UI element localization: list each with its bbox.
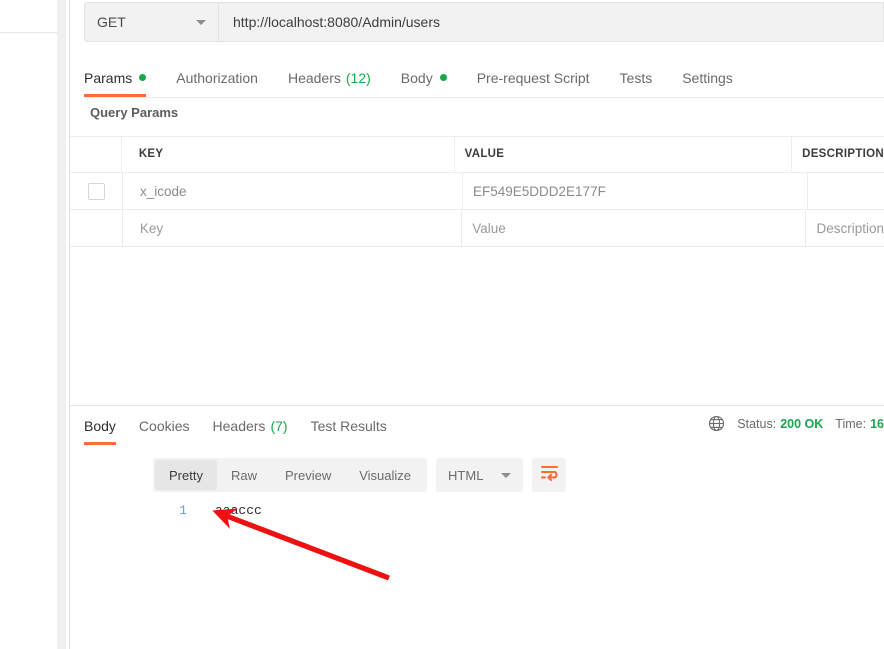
format-tab-preview-label: Preview	[284, 467, 332, 483]
response-format-group: Pretty Raw Preview Visualize	[153, 458, 428, 492]
format-tab-raw-label: Raw	[230, 467, 257, 483]
response-language-label: HTML	[448, 467, 484, 483]
column-header-description: DESCRIPTION	[802, 148, 884, 160]
postman-window: GET http://localhost:8080/Admin/users Pa…	[0, 0, 884, 649]
chevron-down-icon	[501, 472, 512, 478]
status-label: Status:	[737, 416, 777, 431]
globe-icon[interactable]	[708, 415, 725, 432]
column-header-key: KEY	[138, 148, 164, 160]
request-tabs: Params Authorization Headers (12) Body P…	[84, 58, 884, 98]
header-cell-value: VALUE	[455, 137, 793, 171]
response-tab-cookies[interactable]: Cookies	[139, 406, 190, 445]
response-meta: Status: 200 OK Time: 16	[708, 415, 884, 432]
format-tab-pretty-label: Pretty	[169, 467, 203, 483]
tab-settings[interactable]: Settings	[682, 58, 733, 97]
tab-tests[interactable]: Tests	[620, 58, 653, 97]
format-tab-preview[interactable]: Preview	[271, 460, 345, 490]
wrap-lines-icon	[540, 464, 559, 486]
time-badge: Time: 16	[835, 417, 884, 431]
format-tab-visualize[interactable]: Visualize	[345, 460, 425, 490]
tab-authorization-label: Authorization	[176, 69, 258, 86]
header-cell-key: KEY	[122, 137, 455, 171]
status-value: 200 OK	[780, 416, 824, 431]
response-tabs: Body Cookies Headers (7) Test Results	[84, 406, 410, 446]
response-body-code[interactable]: 1 aaaccc	[153, 503, 884, 649]
url-input[interactable]: http://localhost:8080/Admin/users	[218, 2, 884, 42]
row-key-cell[interactable]: x_icode	[123, 173, 463, 209]
http-method-select[interactable]: GET	[84, 2, 218, 42]
wrap-lines-button[interactable]	[532, 458, 567, 492]
body-modified-dot-icon	[439, 74, 447, 81]
query-params-title: Query Params	[90, 105, 179, 120]
sidebar-scrollbar-track[interactable]	[57, 0, 122, 649]
row-description-placeholder: Description	[816, 220, 884, 236]
row-key-placeholder: Key	[139, 220, 164, 236]
response-tab-test-results[interactable]: Test Results	[311, 406, 387, 445]
column-header-value: VALUE	[464, 148, 505, 160]
response-tab-headers-label: Headers	[212, 417, 266, 434]
tab-authorization[interactable]: Authorization	[176, 58, 258, 97]
line-number: 1	[179, 503, 187, 518]
tab-tests-label: Tests	[619, 69, 653, 86]
time-label: Time:	[835, 416, 867, 431]
row-check-cell	[70, 210, 123, 246]
response-tab-test-results-label: Test Results	[310, 417, 387, 434]
tab-body-label: Body	[400, 69, 433, 86]
response-language-select[interactable]: HTML	[436, 458, 524, 492]
response-tab-body-label: Body	[84, 417, 116, 434]
row-description-cell[interactable]: Description	[806, 210, 884, 246]
chevron-down-icon	[196, 19, 206, 25]
row-check-cell	[70, 173, 123, 209]
tab-headers-count: (12)	[345, 69, 371, 86]
row-value-placeholder: Value	[472, 220, 506, 236]
url-input-value: http://localhost:8080/Admin/users	[233, 14, 441, 30]
sidebar-clipped-row	[0, 0, 57, 11]
format-tab-raw[interactable]: Raw	[217, 460, 271, 490]
row-description-cell[interactable]	[808, 173, 884, 209]
line-content: aaaccc	[215, 503, 262, 518]
http-method-label: GET	[97, 14, 126, 30]
row-value-value: EF549E5DDD2E177F	[473, 183, 606, 199]
row-value-cell[interactable]: Value	[462, 210, 807, 246]
response-tab-cookies-label: Cookies	[138, 417, 190, 434]
table-header-row: KEY VALUE DESCRIPTION	[70, 136, 884, 173]
format-tab-pretty[interactable]: Pretty	[155, 460, 217, 490]
request-pane: GET http://localhost:8080/Admin/users Pa…	[70, 0, 884, 649]
tab-headers[interactable]: Headers (12)	[288, 58, 371, 97]
table-row[interactable]: x_icode EF549E5DDD2E177F	[70, 173, 884, 210]
params-modified-dot-icon	[139, 74, 147, 81]
table-row[interactable]: Key Value Description	[70, 210, 884, 247]
tab-settings-label: Settings	[682, 69, 733, 86]
tab-pre-request-script-label: Pre-request Script	[476, 69, 590, 86]
row-value-cell[interactable]: EF549E5DDD2E177F	[463, 173, 808, 209]
tab-params[interactable]: Params	[84, 58, 147, 97]
tab-pre-request-script[interactable]: Pre-request Script	[477, 58, 590, 97]
header-cell-description: DESCRIPTION	[792, 137, 884, 171]
response-tab-headers[interactable]: Headers (7)	[213, 406, 288, 445]
url-bar: GET http://localhost:8080/Admin/users	[84, 2, 884, 42]
sidebar-divider	[0, 32, 57, 33]
row-key-cell[interactable]: Key	[123, 210, 463, 246]
response-format-toolbar: Pretty Raw Preview Visualize HTML	[153, 458, 567, 492]
row-key-value: x_icode	[140, 183, 187, 199]
tab-params-label: Params	[84, 69, 133, 86]
format-tab-visualize-label: Visualize	[359, 467, 412, 483]
time-value: 16	[870, 416, 884, 431]
query-params-table: KEY VALUE DESCRIPTION x_icode EF549E5DDD…	[70, 136, 884, 247]
tab-headers-label: Headers	[287, 69, 341, 86]
status-badge: Status: 200 OK	[737, 417, 823, 431]
row-checkbox[interactable]	[87, 182, 105, 200]
response-tab-headers-count: (7)	[270, 417, 288, 434]
header-cell-check	[70, 137, 122, 172]
tab-body[interactable]: Body	[401, 58, 447, 97]
response-tab-body[interactable]: Body	[84, 406, 116, 445]
code-line: 1 aaaccc	[153, 503, 884, 518]
